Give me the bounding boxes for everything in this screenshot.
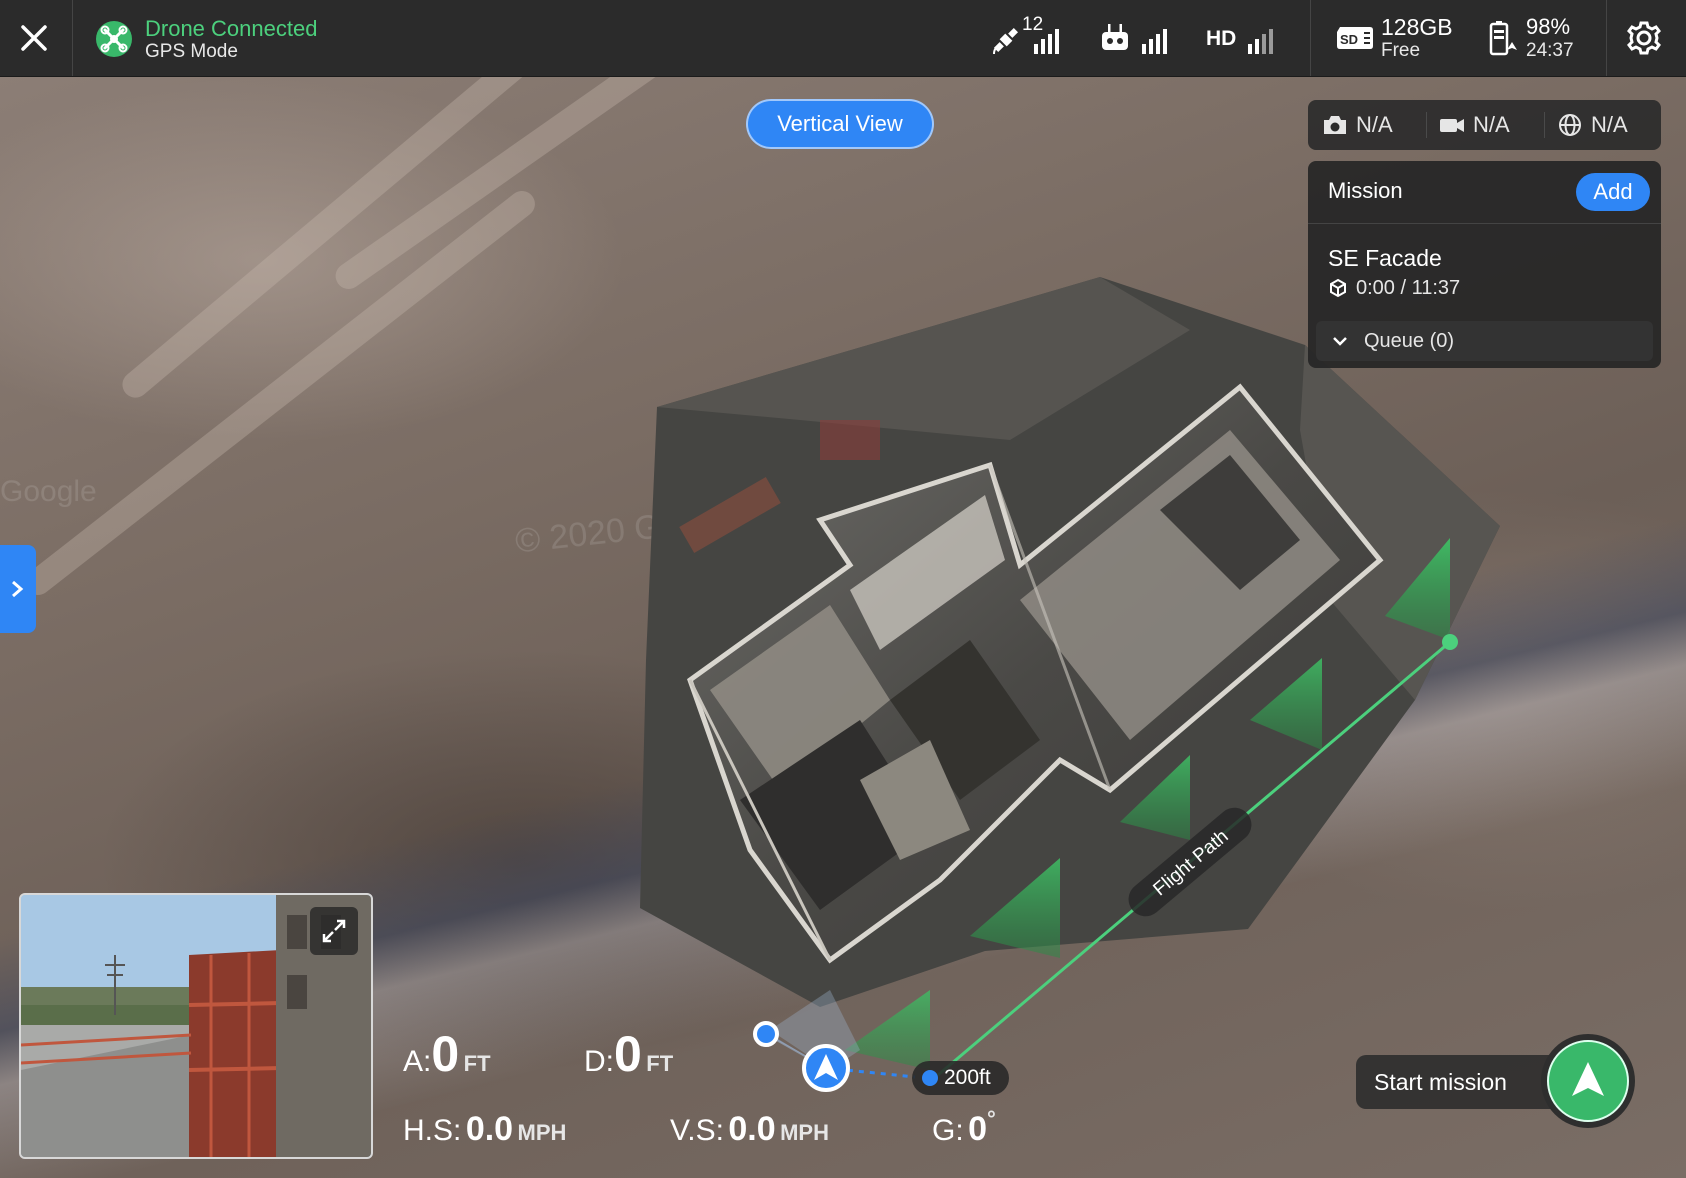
distance-unit: FT: [646, 1051, 674, 1076]
mission-name[interactable]: SE Facade: [1328, 245, 1442, 272]
distance-value: 0: [614, 1026, 642, 1082]
waypoint-altitude-value: 200ft: [944, 1066, 991, 1089]
flight-path-endpoint: [1442, 634, 1458, 650]
expand-icon: [322, 919, 346, 943]
storage-value: 128GB: [1381, 14, 1453, 40]
start-mission-button[interactable]: [1541, 1034, 1635, 1128]
divider: [72, 0, 73, 76]
battery-percent: 98%: [1526, 14, 1571, 39]
horizontal-speed-label: H.S:: [403, 1114, 462, 1147]
globe-icon: [1559, 114, 1581, 136]
divider: [1606, 0, 1607, 76]
horizontal-speed-readout: H.S: 0.0 MPH: [403, 1110, 566, 1149]
hd-video-label: HD: [1206, 27, 1237, 50]
start-mission-label: Start mission: [1374, 1069, 1507, 1095]
navigation-arrow-icon: [1572, 1062, 1604, 1096]
altitude-label: A:: [403, 1045, 432, 1078]
battery-time-remaining: 24:37: [1526, 40, 1574, 61]
queue-label: Queue (0): [1364, 330, 1455, 352]
remote-controller-signal-icon: [1102, 24, 1167, 54]
gimbal-value: 0: [968, 1110, 988, 1148]
distance-readout: D:0 FT: [584, 1025, 673, 1083]
vertical-view-button[interactable]: Vertical View: [746, 99, 934, 149]
vertical-speed-value: 0.0: [728, 1110, 776, 1148]
drone-position-icon: [802, 1044, 850, 1092]
horizontal-speed-value: 0.0: [465, 1110, 514, 1148]
start-mission-pill[interactable]: Start mission: [1356, 1055, 1556, 1109]
vertical-speed-unit: MPH: [780, 1120, 829, 1145]
vertical-speed-readout: V.S: 0.0 MPH: [670, 1110, 829, 1149]
distance-label: D:: [584, 1045, 614, 1078]
sd-card-icon: SD: [1337, 27, 1373, 49]
chevron-down-icon: [1333, 337, 1347, 346]
chevron-right-icon: [12, 580, 24, 598]
flight-mode-label: GPS Mode: [145, 41, 238, 62]
battery-icon: [1489, 21, 1517, 56]
mission-duration: 0:00 / 11:37: [1356, 277, 1461, 299]
gear-icon[interactable]: [1624, 18, 1664, 58]
altitude-readout: A:0 FT: [403, 1025, 491, 1083]
divider: [1544, 112, 1545, 138]
video-status[interactable]: N/A: [1439, 100, 1510, 150]
vertical-speed-label: V.S:: [670, 1114, 724, 1147]
close-icon[interactable]: [14, 18, 54, 58]
mission-panel: Mission Add SE Facade 0:00 / 11:37 Queue…: [1308, 161, 1661, 368]
camera-preview[interactable]: [19, 893, 373, 1159]
satellite-count: 12: [1022, 14, 1044, 35]
gimbal-readout: G: 0°: [932, 1106, 996, 1149]
drone-connected-icon: [96, 21, 132, 57]
top-status-bar: Drone Connected GPS Mode 12 HD SD 128GB …: [0, 0, 1686, 77]
side-drawer-toggle[interactable]: [0, 545, 36, 633]
mission-panel-title: Mission: [1328, 178, 1403, 203]
media-status-bar: N/A N/A N/A: [1308, 100, 1661, 150]
horizontal-speed-unit: MPH: [517, 1120, 567, 1145]
gimbal-unit: °: [987, 1106, 996, 1131]
video-status-label: N/A: [1473, 112, 1510, 137]
globe-status-label: N/A: [1591, 112, 1628, 137]
drone-status-label: Drone Connected: [145, 16, 318, 41]
queue-toggle[interactable]: Queue (0): [1316, 321, 1653, 361]
divider: [1310, 0, 1311, 76]
sd-card-label: SD: [1340, 32, 1358, 47]
waypoint-altitude-tag[interactable]: 200ft: [912, 1061, 1009, 1095]
cube-icon: [1330, 278, 1346, 298]
altitude-value: 0: [431, 1026, 460, 1082]
globe-status[interactable]: N/A: [1557, 100, 1628, 150]
camera-cone: [845, 990, 930, 1070]
start-mission-button-inner: [1547, 1040, 1629, 1122]
divider: [1426, 112, 1427, 138]
expand-preview-button[interactable]: [310, 907, 358, 955]
storage-sub-label: Free: [1381, 40, 1421, 61]
home-point-marker: [753, 1021, 779, 1047]
photo-status-label: N/A: [1356, 112, 1393, 137]
model-debris: [820, 420, 880, 460]
video-camera-icon: [1440, 119, 1464, 132]
photo-status[interactable]: N/A: [1322, 100, 1393, 150]
camera-icon: [1324, 116, 1346, 134]
mission-panel-header: Mission Add: [1308, 161, 1661, 224]
waypoint-dot: [922, 1070, 938, 1086]
video-signal-icon: [1248, 29, 1273, 54]
altitude-unit: FT: [463, 1051, 491, 1076]
add-mission-button[interactable]: Add: [1576, 173, 1650, 211]
gimbal-label: G:: [932, 1114, 964, 1147]
